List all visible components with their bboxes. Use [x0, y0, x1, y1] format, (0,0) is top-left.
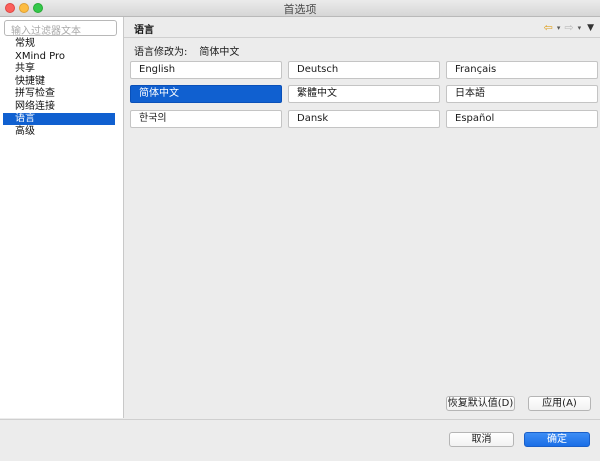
sidebar-item-language[interactable]: 语言	[3, 113, 115, 125]
language-option-danish[interactable]: Dansk	[288, 110, 440, 128]
sidebar-item-sharing[interactable]: 共享	[0, 63, 123, 75]
sidebar-item-spellcheck[interactable]: 拼写检查	[0, 88, 123, 100]
back-dropdown-icon[interactable]: ▾	[557, 24, 561, 32]
language-option-simplified-chinese[interactable]: 简体中文	[130, 85, 282, 103]
history-navigation: ⇦ ▾ ⇨ ▾ ▼	[544, 21, 594, 34]
page-title: 语言	[134, 25, 154, 36]
sidebar-item-network[interactable]: 网络连接	[0, 101, 123, 113]
language-option-german[interactable]: Deutsch	[288, 61, 440, 79]
sidebar-item-shortcuts[interactable]: 快捷键	[0, 76, 123, 88]
language-option-french[interactable]: Français	[446, 61, 598, 79]
sidebar-nav: 常规 XMind Pro 共享 快捷键 拼写检查 网络连接 语言 高级	[0, 38, 123, 138]
panel-header: 语言 ⇦ ▾ ⇨ ▾ ▼	[124, 17, 600, 38]
language-change-row: 语言修改为: 简体中文	[134, 43, 239, 58]
preferences-window: 首选项 输入过滤器文本 常规 XMind Pro 共享 快捷键 拼写检查 网络连…	[0, 0, 600, 461]
sidebar-item-general[interactable]: 常规	[0, 38, 123, 50]
title-bar: 首选项	[0, 0, 600, 17]
view-menu-icon[interactable]: ▼	[587, 23, 594, 33]
language-option-traditional-chinese[interactable]: 繁體中文	[288, 85, 440, 103]
forward-arrow-icon[interactable]: ⇨	[564, 21, 573, 34]
filter-input[interactable]: 输入过滤器文本	[4, 20, 117, 37]
cancel-button[interactable]: 取消	[449, 432, 514, 447]
apply-button[interactable]: 应用(A)	[528, 396, 591, 411]
back-arrow-icon[interactable]: ⇦	[544, 21, 553, 34]
window-title: 首选项	[283, 3, 317, 16]
sidebar-item-advanced[interactable]: 高级	[0, 126, 123, 138]
current-language-value: 简体中文	[199, 47, 240, 58]
language-option-spanish[interactable]: Español	[446, 110, 598, 128]
language-option-japanese[interactable]: 日本語	[446, 85, 598, 103]
restore-defaults-button[interactable]: 恢复默认值(D)	[446, 396, 515, 411]
forward-dropdown-icon[interactable]: ▾	[578, 24, 582, 32]
language-option-korean[interactable]: 한국의	[130, 110, 282, 128]
language-option-english[interactable]: English	[130, 61, 282, 79]
sidebar: 输入过滤器文本 常规 XMind Pro 共享 快捷键 拼写检查 网络连接 语言…	[0, 17, 124, 418]
sidebar-item-xmind-pro[interactable]: XMind Pro	[0, 51, 123, 63]
main-panel: 语言 ⇦ ▾ ⇨ ▾ ▼ 语言修改为: 简体中文 English Deutsch …	[124, 17, 600, 418]
ok-button[interactable]: 确定	[524, 432, 590, 447]
dialog-footer: 取消 确定	[0, 419, 600, 461]
language-change-label: 语言修改为:	[134, 47, 188, 58]
